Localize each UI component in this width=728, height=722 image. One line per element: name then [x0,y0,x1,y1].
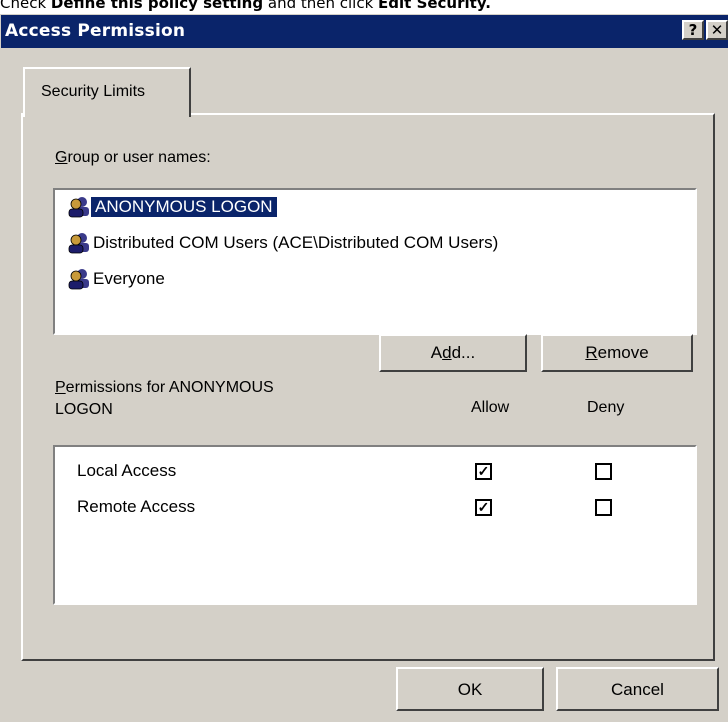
remove-button[interactable]: Remove [541,334,693,372]
ok-button[interactable]: OK [396,667,544,711]
remote-access-deny-checkbox[interactable] [595,499,612,516]
permission-row-local-access: Local Access [77,461,176,481]
checkmark-icon: ✓ [477,499,490,515]
help-button[interactable]: ? [682,20,704,40]
dialog-title: Access Permission [5,21,186,41]
ok-button-label: OK [457,680,483,699]
caption-middle: and then click [263,0,379,12]
permissions-list: Local Access ✓ Remote Access ✓ [53,445,697,605]
allow-header: Allow [471,399,510,416]
list-item-anonymous-logon[interactable]: ANONYMOUS LOGON [67,195,277,219]
permission-name: Remote Access [77,497,196,516]
user-name: Distributed COM Users (ACE\Distributed C… [93,233,499,252]
close-button[interactable]: ✕ [706,20,728,40]
deny-header: Deny [587,399,625,416]
permission-row-remote-access: Remote Access [77,497,195,517]
caption-prefix: Check [0,0,51,12]
local-access-deny-checkbox[interactable] [595,463,612,480]
add-button[interactable]: Add... [379,334,527,372]
user-group-icon [68,269,89,290]
checkmark-icon: ✓ [477,463,490,479]
caption-bold-action: Edit Security. [378,0,491,12]
cancel-button-label: Cancel [611,680,664,699]
list-item-distributed-com-users[interactable]: Distributed COM Users (ACE\Distributed C… [67,231,498,255]
title-bar[interactable]: Access Permission ? ✕ [1,15,728,48]
cancel-button[interactable]: Cancel [556,667,719,711]
close-icon: ✕ [710,21,724,39]
user-name: Everyone [93,269,165,288]
user-group-icon [68,197,89,218]
tab-label: Security Limits [41,83,146,100]
group-user-listbox[interactable]: ANONYMOUS LOGON Distributed COM Users (A… [53,188,697,335]
add-button-label: Add... [430,343,476,362]
help-icon: ? [688,21,698,39]
user-group-icon [68,233,89,254]
permissions-label: Permissions for ANONYMOUS LOGON [55,379,274,418]
caption-bold-setting: Define this policy setting [50,0,264,12]
access-permission-dialog: Access Permission ? ✕ Security Limits Gr… [0,14,728,722]
remove-button-label: Remove [585,343,649,362]
permission-name: Local Access [77,461,177,480]
user-name: ANONYMOUS LOGON [91,197,277,217]
remote-access-allow-checkbox[interactable]: ✓ [475,499,492,516]
local-access-allow-checkbox[interactable]: ✓ [475,463,492,480]
list-item-everyone[interactable]: Everyone [67,267,165,291]
group-names-label: Group or user names: [55,149,211,166]
tab-security-limits[interactable]: Security Limits [23,67,191,117]
